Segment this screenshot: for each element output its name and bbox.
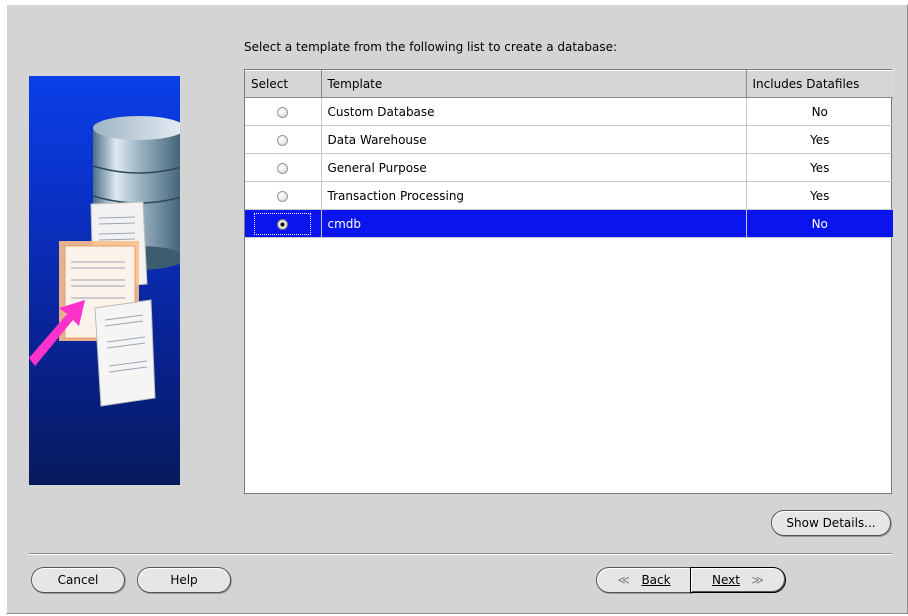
radio-button[interactable] [277,106,289,118]
navigation-buttons: ≪ Back Next ≫ [596,564,786,594]
back-button-label: Back [641,573,671,587]
table-header-row: Select Template Includes Datafiles [245,70,893,98]
cancel-button[interactable]: Cancel [31,567,125,593]
show-details-button[interactable]: Show Details... [771,510,891,536]
radio-button[interactable] [277,190,289,202]
includes-datafiles-cell[interactable]: No [746,209,893,238]
template-cell[interactable]: cmdb [321,209,747,238]
column-header-select[interactable]: Select [245,70,322,98]
next-button-label: Next [712,573,740,587]
help-button[interactable]: Help [137,567,231,593]
separator [29,553,892,555]
document-icon-2 [94,299,156,407]
back-button[interactable]: ≪ Back [596,567,692,593]
focus-indicator [254,212,312,235]
column-header-template[interactable]: Template [321,70,747,98]
select-cell[interactable] [245,97,322,126]
radio-button-checked[interactable] [277,218,289,230]
select-cell[interactable] [245,181,322,210]
table-row[interactable]: General Purpose Yes [245,153,893,182]
chevron-left-icon: ≪ [617,573,630,587]
template-cell[interactable]: Transaction Processing [321,181,747,210]
template-cell[interactable]: Data Warehouse [321,125,747,154]
select-cell[interactable] [245,209,322,238]
column-header-includes-datafiles[interactable]: Includes Datafiles [746,70,893,98]
includes-datafiles-cell[interactable]: Yes [746,125,893,154]
table-row[interactable]: Custom Database No [245,97,893,126]
select-cell[interactable] [245,153,322,182]
radio-button[interactable] [277,162,289,174]
instruction-text: Select a template from the following lis… [244,40,618,54]
table-row-selected[interactable]: cmdb No [245,209,893,238]
chevron-right-icon: ≫ [751,573,764,587]
template-table: Select Template Includes Datafiles Custo… [244,69,893,494]
select-cell[interactable] [245,125,322,154]
includes-datafiles-cell[interactable]: Yes [746,181,893,210]
template-cell[interactable]: General Purpose [321,153,747,182]
next-button[interactable]: Next ≫ [690,567,786,593]
wizard-illustration [29,76,180,485]
table-row[interactable]: Transaction Processing Yes [245,181,893,210]
table-row[interactable]: Data Warehouse Yes [245,125,893,154]
includes-datafiles-cell[interactable]: Yes [746,153,893,182]
radio-button[interactable] [277,134,289,146]
template-cell[interactable]: Custom Database [321,97,747,126]
includes-datafiles-cell[interactable]: No [746,97,893,126]
